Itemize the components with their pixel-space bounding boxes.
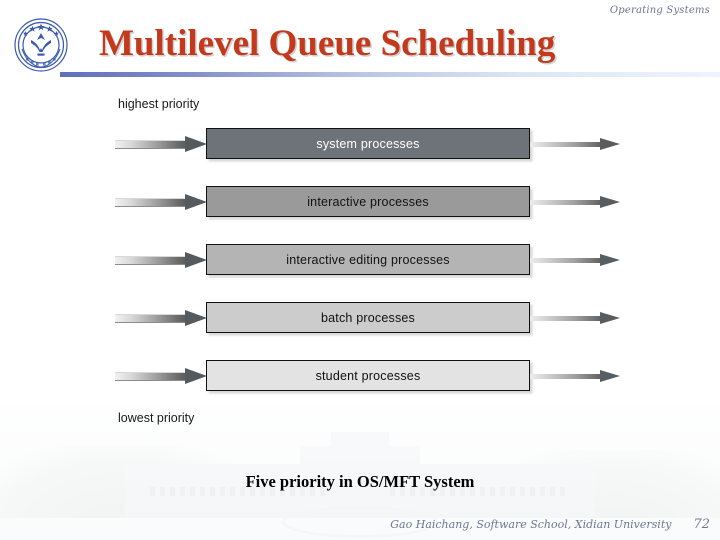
lowest-priority-label: lowest priority — [118, 411, 195, 425]
thin-right-arrow-icon — [530, 196, 620, 209]
thin-right-arrow-icon — [530, 254, 620, 267]
queue-box[interactable]: interactive editing processes — [206, 244, 530, 275]
footer-author: Gao Haichang, Software School, Xidian Un… — [390, 518, 672, 531]
queue-row: interactive editing processes — [0, 244, 720, 276]
thick-right-arrow-icon — [115, 194, 207, 211]
queue-row: batch processes — [0, 302, 720, 334]
page-title: Multilevel Queue Scheduling — [99, 23, 556, 64]
queue-row: system processes — [0, 128, 720, 160]
multilevel-queue-diagram: highest priority system processes interac… — [0, 88, 720, 438]
xidian-university-crest-icon — [10, 16, 72, 74]
thin-right-arrow-icon — [530, 138, 620, 151]
queue-label: interactive processes — [307, 194, 429, 209]
queue-row: student processes — [0, 360, 720, 392]
queue-label: student processes — [315, 368, 421, 383]
thin-right-arrow-icon — [530, 370, 620, 383]
thick-right-arrow-icon — [115, 136, 207, 153]
queue-label: interactive editing processes — [286, 252, 450, 267]
queue-box[interactable]: interactive processes — [206, 186, 530, 217]
thick-right-arrow-icon — [115, 310, 207, 327]
queue-box[interactable]: batch processes — [206, 302, 530, 333]
thick-right-arrow-icon — [115, 252, 207, 269]
course-name: Operating Systems — [609, 5, 710, 16]
figure-caption: Five priority in OS/MFT System — [245, 472, 475, 491]
slide-footer: Gao Haichang, Software School, Xidian Un… — [390, 517, 710, 532]
page-number: 72 — [693, 517, 710, 532]
thick-right-arrow-icon — [115, 368, 207, 385]
slide-canvas: Operating Systems Multilevel Queue Sched… — [0, 0, 720, 540]
queue-row: interactive processes — [0, 186, 720, 218]
title-divider — [60, 72, 720, 77]
highest-priority-label: highest priority — [118, 97, 200, 111]
queue-label: system processes — [316, 136, 420, 151]
thin-right-arrow-icon — [530, 312, 620, 325]
queue-label: batch processes — [320, 310, 416, 325]
queue-box[interactable]: student processes — [206, 360, 530, 391]
queue-box[interactable]: system processes — [206, 128, 530, 159]
